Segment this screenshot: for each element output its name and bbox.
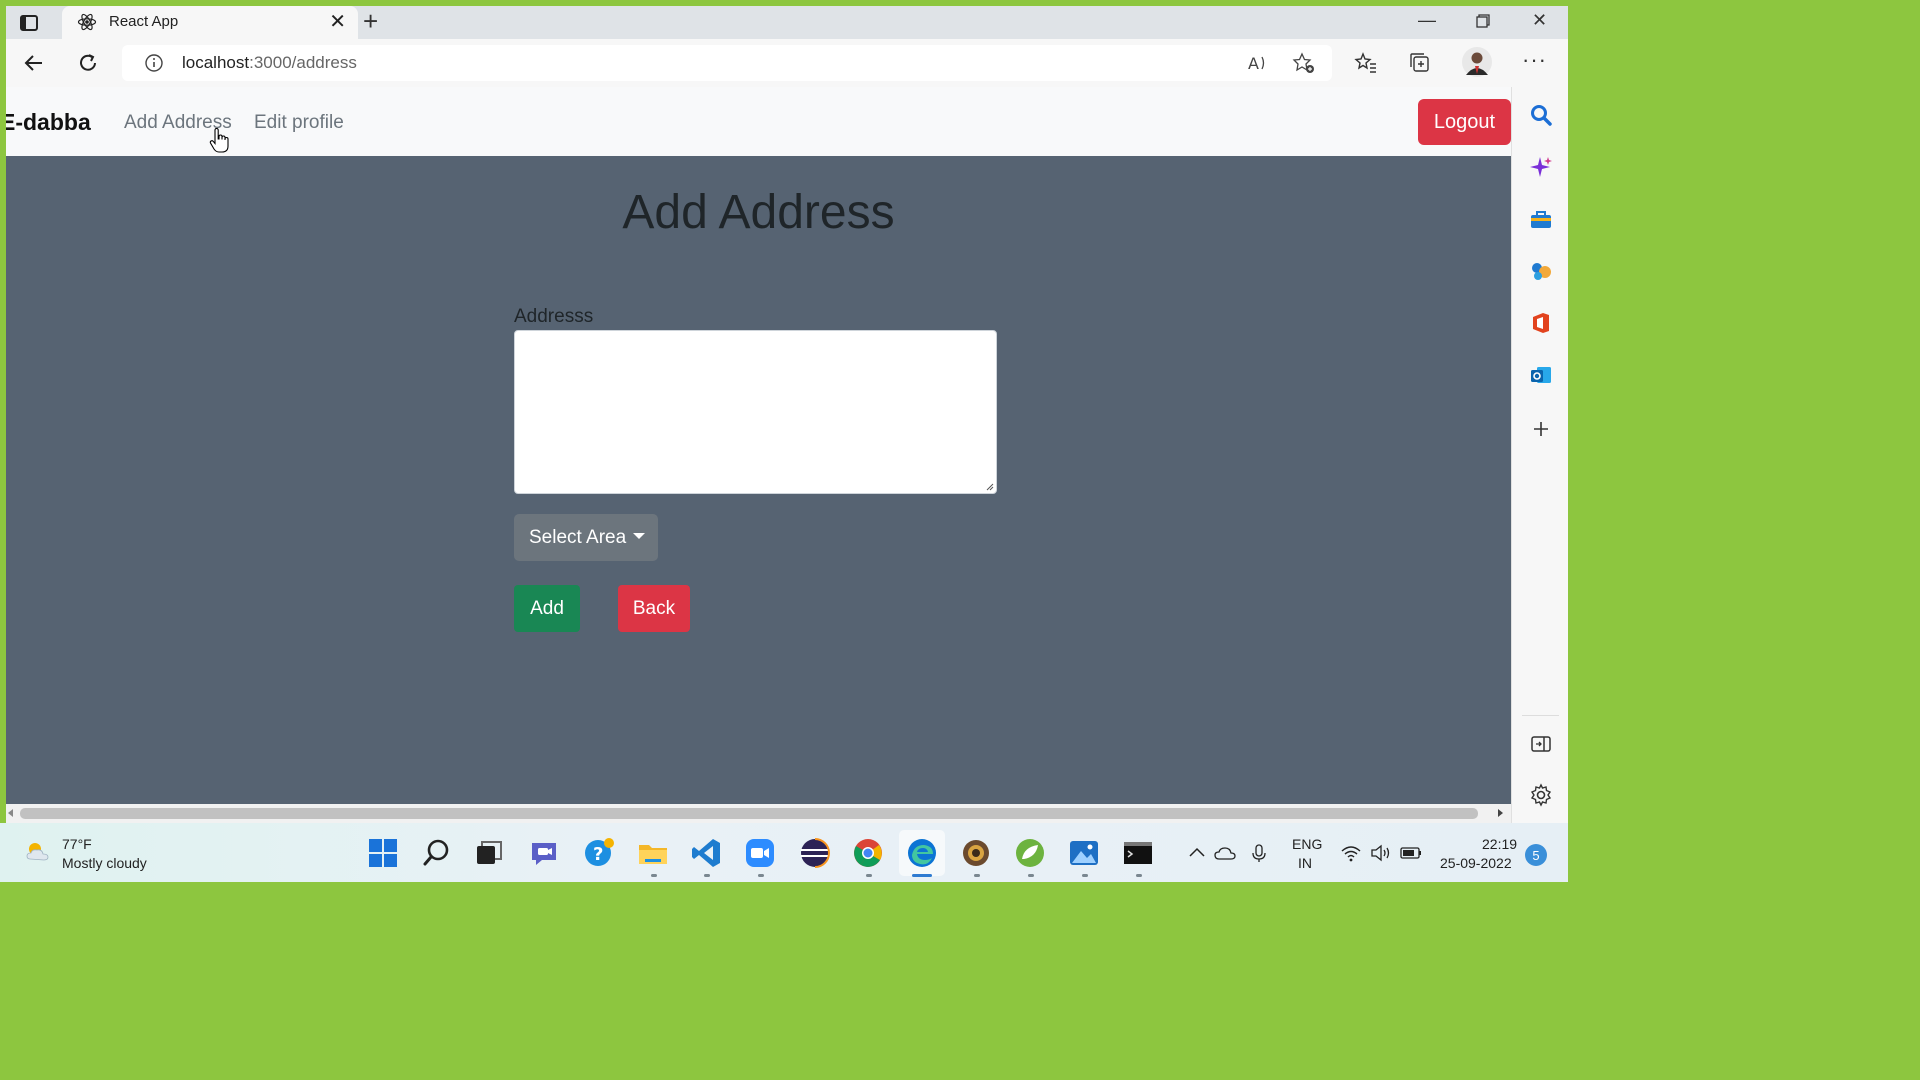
battery-icon[interactable] [1400,843,1422,863]
teams-chat-icon[interactable] [528,837,560,869]
volume-icon[interactable] [1370,843,1392,863]
address-bar[interactable]: localhost:3000/address A [122,45,1332,81]
tab-close-icon[interactable]: ✕ [329,10,346,34]
app-icon-gear-logo[interactable] [960,837,992,869]
horizontal-scrollbar[interactable] [6,804,1511,823]
language-indicator[interactable]: ENG [1292,836,1322,852]
svg-text:A: A [1248,54,1259,73]
read-aloud-icon[interactable]: A [1246,51,1270,75]
running-indicator [974,874,980,877]
outlook-icon[interactable] [1529,363,1553,387]
weather-temp[interactable]: 77°F [62,836,92,852]
scroll-left-icon[interactable] [8,809,13,817]
address-label: Addresss [514,306,594,327]
photos-icon[interactable] [1068,837,1100,869]
scrollbar-thumb[interactable] [20,808,1478,819]
back-arrow-icon[interactable] [20,49,48,77]
hand-cursor-icon [209,128,229,153]
spring-tools-icon[interactable] [1014,837,1046,869]
vscode-icon[interactable] [690,837,722,869]
add-favorite-icon[interactable] [1292,51,1316,75]
info-icon[interactable] [144,53,164,73]
browser-toolbar: localhost:3000/address A ··· [6,39,1568,87]
page-viewport: E-dabba Add Address Edit profile Logout … [6,87,1511,804]
weather-description[interactable]: Mostly cloudy [62,855,147,871]
minimize-icon[interactable]: — [1418,8,1436,32]
react-logo-icon [77,13,97,31]
url-text[interactable]: localhost:3000/address [182,53,357,73]
active-app-indicator [912,874,932,877]
svg-text:?: ? [593,844,603,865]
file-explorer-icon[interactable] [637,837,669,869]
collections-icon[interactable] [1408,51,1432,75]
edge-sidebar [1511,87,1568,823]
terminal-icon[interactable] [1122,837,1154,869]
task-view-icon[interactable] [474,837,506,869]
select-area-dropdown[interactable]: Select Area [514,514,658,561]
running-indicator [651,874,657,877]
resize-grip-icon[interactable] [984,481,994,491]
browser-tab-active[interactable]: React App ✕ [62,6,358,39]
tab-title: React App [109,13,179,30]
wifi-icon[interactable] [1340,843,1362,863]
app-navbar: E-dabba Add Address Edit profile Logout [6,87,1511,156]
zoom-icon[interactable] [744,837,776,869]
tab-actions-icon[interactable] [20,15,38,31]
chrome-icon[interactable] [852,837,884,869]
more-options-icon[interactable]: ··· [1522,47,1547,73]
running-indicator [866,874,872,877]
address-textarea[interactable] [514,330,997,494]
partly-cloudy-icon[interactable] [24,839,52,863]
brand-logo[interactable]: E-dabba [6,109,91,136]
running-indicator [1028,874,1034,877]
url-path: :3000/address [249,53,357,72]
notification-badge[interactable]: 5 [1525,844,1547,866]
select-area-label: Select Area [529,526,627,548]
taskbar-search-icon[interactable] [421,837,453,869]
url-host: localhost [182,53,250,72]
windows-start-icon[interactable] [367,837,399,869]
running-indicator [1136,874,1142,877]
close-window-icon[interactable]: ✕ [1532,8,1547,32]
running-indicator [704,874,710,877]
hide-sidebar-icon[interactable] [1529,732,1553,756]
office-icon[interactable] [1529,311,1553,335]
page-title: Add Address [622,186,895,239]
favorites-icon[interactable] [1354,51,1378,75]
onedrive-icon[interactable] [1214,843,1236,863]
sidebar-divider [1522,715,1559,716]
chevron-up-icon[interactable] [1186,843,1208,863]
windows-taskbar: 77°F Mostly cloudy ? ENG IN 22:19 25-09-… [0,823,1568,882]
back-button[interactable]: Back [618,585,690,632]
search-icon[interactable] [1529,103,1553,127]
eclipse-icon[interactable] [799,837,831,869]
scroll-right-icon[interactable] [1498,809,1503,817]
new-tab-icon[interactable]: + [363,8,378,34]
region-indicator[interactable]: IN [1298,855,1312,871]
clock-time[interactable]: 22:19 [1482,836,1517,852]
restore-icon[interactable] [1476,14,1490,28]
caret-down-icon [633,533,646,539]
settings-gear-icon[interactable] [1529,783,1553,807]
clock-date[interactable]: 25-09-2022 [1440,855,1512,871]
profile-avatar[interactable] [1462,47,1492,77]
logout-button[interactable]: Logout [1418,99,1511,145]
add-button[interactable]: Add [514,585,580,632]
copilot-sparkle-icon[interactable] [1529,155,1553,179]
refresh-icon[interactable] [74,49,102,77]
microphone-icon[interactable] [1248,843,1270,863]
tips-icon[interactable]: ? [582,837,614,869]
browser-tab-bar: React App ✕ + — ✕ [6,6,1568,39]
nav-link-edit-profile[interactable]: Edit profile [254,112,344,134]
running-indicator [1082,874,1088,877]
add-icon[interactable] [1529,417,1553,441]
games-icon[interactable] [1529,259,1553,283]
edge-icon[interactable] [906,837,938,869]
running-indicator [758,874,764,877]
shopping-icon[interactable] [1529,207,1553,231]
